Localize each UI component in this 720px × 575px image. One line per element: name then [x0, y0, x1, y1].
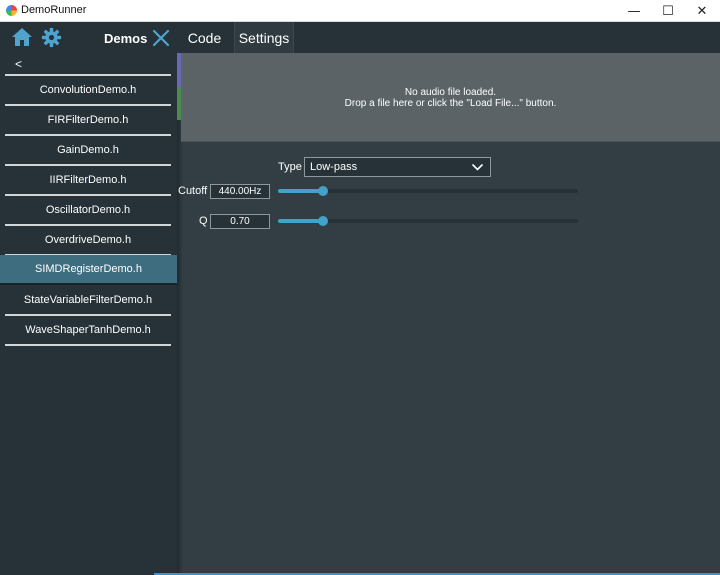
- gear-icon[interactable]: [41, 27, 62, 48]
- tab-code[interactable]: Code: [177, 22, 232, 53]
- cutoff-slider-fill: [278, 189, 323, 193]
- home-icon[interactable]: [11, 27, 33, 47]
- demo-item-statevariablefilter[interactable]: StateVariableFilterDemo.h: [5, 286, 171, 316]
- demos-sidebar: Demos < ConvolutionDemo.h FIRFilterDemo.…: [0, 22, 177, 575]
- demo-item-waveshapertanh[interactable]: WaveShaperTanhDemo.h: [5, 316, 171, 346]
- maximize-button[interactable]: ☐: [651, 0, 685, 22]
- demo-item-iirfilter[interactable]: IIRFilterDemo.h: [5, 166, 171, 196]
- dropzone-hint-text: Drop a file here or click the "Load File…: [344, 98, 557, 109]
- title-bar: DemoRunner — ☐ ✕: [0, 0, 720, 22]
- close-icon[interactable]: [152, 29, 170, 47]
- q-slider[interactable]: [278, 216, 578, 226]
- demo-item-oscillator[interactable]: OscillatorDemo.h: [5, 196, 171, 226]
- minimize-button[interactable]: —: [617, 0, 651, 22]
- demo-item-firfilter[interactable]: FIRFilterDemo.h: [5, 106, 171, 136]
- tab-bar: Code Settings: [177, 22, 720, 53]
- cutoff-value-box[interactable]: 440.00Hz: [210, 184, 270, 199]
- tab-settings[interactable]: Settings: [234, 22, 294, 53]
- close-window-button[interactable]: ✕: [685, 0, 719, 22]
- cutoff-slider-thumb[interactable]: [318, 186, 328, 196]
- cutoff-slider[interactable]: [278, 186, 578, 196]
- sidebar-header: Demos: [0, 22, 177, 52]
- q-value-box[interactable]: 0.70: [210, 214, 270, 229]
- cutoff-label: Cutoff: [178, 185, 208, 197]
- q-slider-fill: [278, 219, 323, 223]
- app-logo-icon: [6, 5, 17, 16]
- demo-item-simdregister[interactable]: SIMDRegisterDemo.h: [0, 255, 177, 285]
- q-slider-thumb[interactable]: [318, 216, 328, 226]
- back-label: <: [15, 57, 23, 71]
- chevron-down-icon: [472, 164, 483, 171]
- audio-dropzone[interactable]: No audio file loaded. Drop a file here o…: [181, 53, 720, 142]
- window-title: DemoRunner: [21, 4, 87, 16]
- demo-item-gain[interactable]: GainDemo.h: [5, 136, 171, 166]
- q-label: Q: [199, 215, 208, 227]
- demo-item-overdrive[interactable]: OverdriveDemo.h: [5, 226, 171, 256]
- filter-type-select[interactable]: Low-pass: [304, 157, 491, 177]
- type-label: Type: [278, 161, 302, 173]
- back-button[interactable]: <: [5, 53, 171, 76]
- dropzone-status-text: No audio file loaded.: [404, 87, 497, 98]
- filter-type-value: Low-pass: [310, 161, 358, 173]
- demo-item-convolution[interactable]: ConvolutionDemo.h: [5, 76, 171, 106]
- sidebar-title: Demos: [104, 31, 148, 46]
